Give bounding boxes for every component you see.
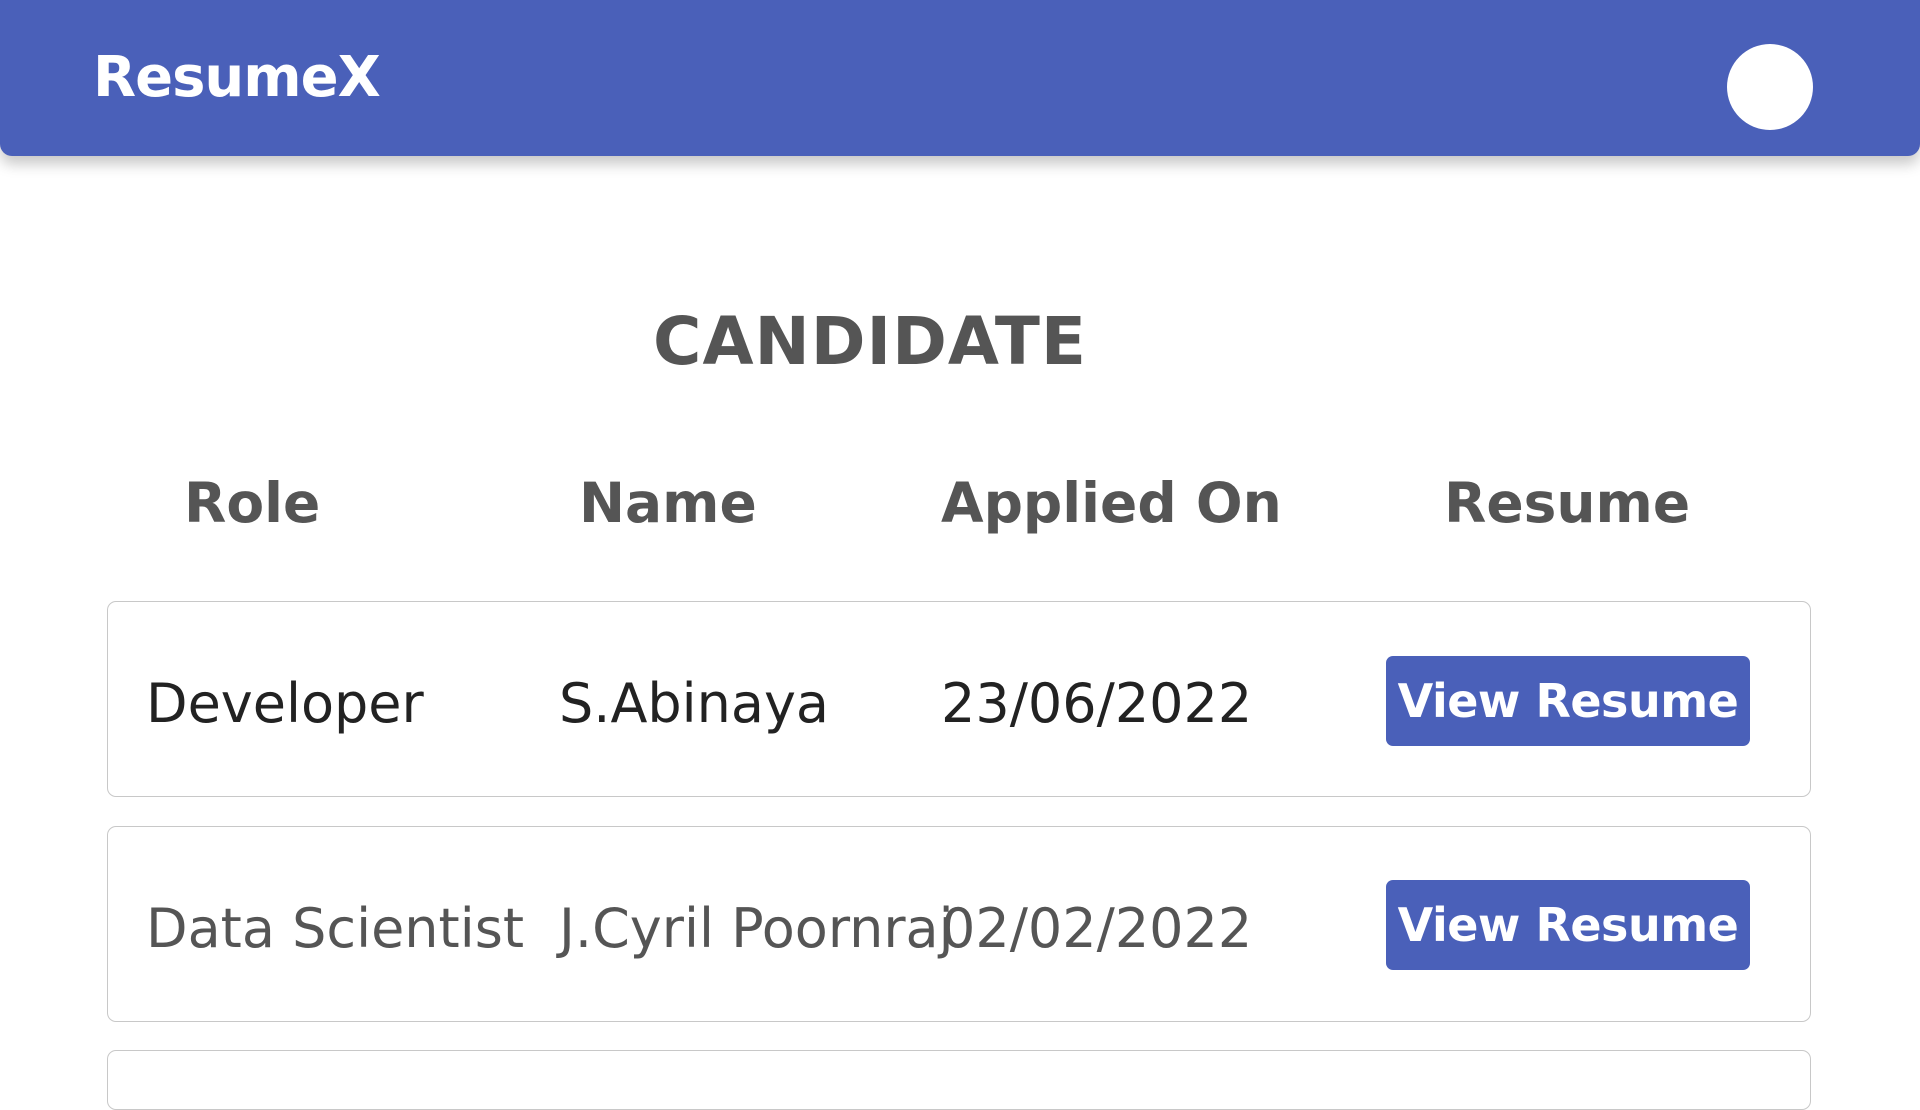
candidate-row-partial: [107, 1050, 1811, 1110]
candidate-role: Data Scientist: [146, 897, 524, 960]
candidate-applied-date: 02/02/2022: [941, 897, 1253, 960]
candidate-row: Data Scientist J.Cyril Poornraj 02/02/20…: [107, 826, 1811, 1022]
candidate-row: Developer S.Abinaya 23/06/2022 View Resu…: [107, 601, 1811, 797]
candidate-role: Developer: [146, 672, 424, 735]
column-header-resume: Resume: [1444, 471, 1691, 535]
view-resume-button[interactable]: View Resume: [1386, 656, 1750, 746]
column-header-applied-on: Applied On: [941, 471, 1282, 535]
page-title: CANDIDATE: [653, 303, 1087, 381]
view-resume-button[interactable]: View Resume: [1386, 880, 1750, 970]
candidate-name: S.Abinaya: [559, 672, 830, 735]
column-header-role: Role: [184, 471, 321, 535]
candidate-applied-date: 23/06/2022: [941, 672, 1253, 735]
candidate-name: J.Cyril Poornraj: [559, 897, 954, 960]
column-header-name: Name: [579, 471, 757, 535]
app-logo-title[interactable]: ResumeX: [93, 44, 381, 112]
user-avatar-icon[interactable]: [1727, 44, 1813, 130]
top-app-bar: ResumeX: [0, 0, 1920, 156]
